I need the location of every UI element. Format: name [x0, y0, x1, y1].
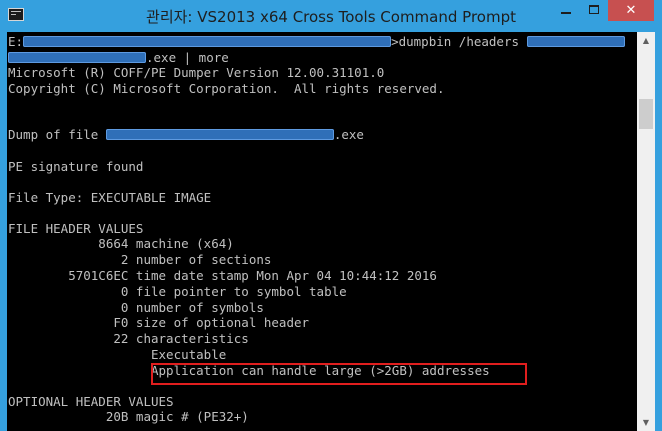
- dump-of-file-label: Dump of file: [8, 127, 106, 142]
- symbol-table-pointer-line: 0 file pointer to symbol table: [8, 284, 347, 299]
- vertical-scrollbar[interactable]: ▲ ▼: [637, 32, 655, 431]
- time-date-stamp-line: 5701C6EC time date stamp Mon Apr 04 10:4…: [8, 268, 437, 283]
- redacted-dump-filename: [105, 129, 334, 140]
- scroll-down-icon: ▼: [642, 418, 650, 427]
- file-header-values-heading: FILE HEADER VALUES: [8, 221, 144, 236]
- machine-line: 8664 machine (x64): [8, 236, 234, 251]
- copyright-line: Copyright (C) Microsoft Corporation. All…: [8, 81, 445, 96]
- scrollbar-thumb[interactable]: [639, 99, 653, 129]
- drive-prefix: E:: [8, 34, 24, 49]
- console-output[interactable]: E: >dumpbin /headers .exe | more Microsof…: [7, 32, 637, 431]
- redacted-path: [23, 36, 392, 47]
- minimize-button[interactable]: [552, 0, 580, 21]
- red-highlight-box: [151, 363, 527, 385]
- redacted-filename-continued: [8, 52, 146, 63]
- optional-header-size-line: F0 size of optional header: [8, 315, 310, 330]
- maximize-button[interactable]: [580, 0, 608, 21]
- scroll-up-button[interactable]: ▲: [637, 32, 655, 49]
- command-line-continued: .exe | more: [8, 50, 229, 65]
- command-continued-text: .exe | more: [146, 50, 229, 65]
- pe-signature-line: PE signature found: [8, 159, 144, 174]
- scroll-down-button[interactable]: ▼: [637, 414, 655, 431]
- scroll-up-icon: ▲: [642, 36, 650, 45]
- command-line: E: >dumpbin /headers: [8, 34, 625, 49]
- magic-line: 20B magic # (PE32+): [8, 409, 249, 424]
- optional-header-values-heading: OPTIONAL HEADER VALUES: [8, 394, 174, 409]
- number-of-symbols-line: 0 number of symbols: [8, 300, 264, 315]
- file-type-line: File Type: EXECUTABLE IMAGE: [8, 190, 212, 205]
- console-client-area: E: >dumpbin /headers .exe | more Microsof…: [7, 32, 655, 431]
- command-text: >dumpbin /headers: [391, 34, 527, 49]
- close-button[interactable]: ✕: [608, 0, 654, 21]
- close-icon: ✕: [625, 3, 637, 18]
- characteristics-line: 22 characteristics: [8, 331, 249, 346]
- title-bar[interactable]: 관리자: VS2013 x64 Cross Tools Command Prom…: [0, 0, 662, 32]
- dump-file-extension: .exe: [333, 127, 364, 142]
- characteristic-executable: Executable: [8, 347, 227, 362]
- number-of-sections-line: 2 number of sections: [8, 252, 272, 267]
- dumper-version-line: Microsoft (R) COFF/PE Dumper Version 12.…: [8, 65, 385, 80]
- console-window: 관리자: VS2013 x64 Cross Tools Command Prom…: [0, 0, 662, 431]
- redacted-filename: [526, 36, 625, 47]
- dump-of-file-line: Dump of file .exe: [8, 127, 364, 142]
- window-controls: ✕: [552, 0, 654, 21]
